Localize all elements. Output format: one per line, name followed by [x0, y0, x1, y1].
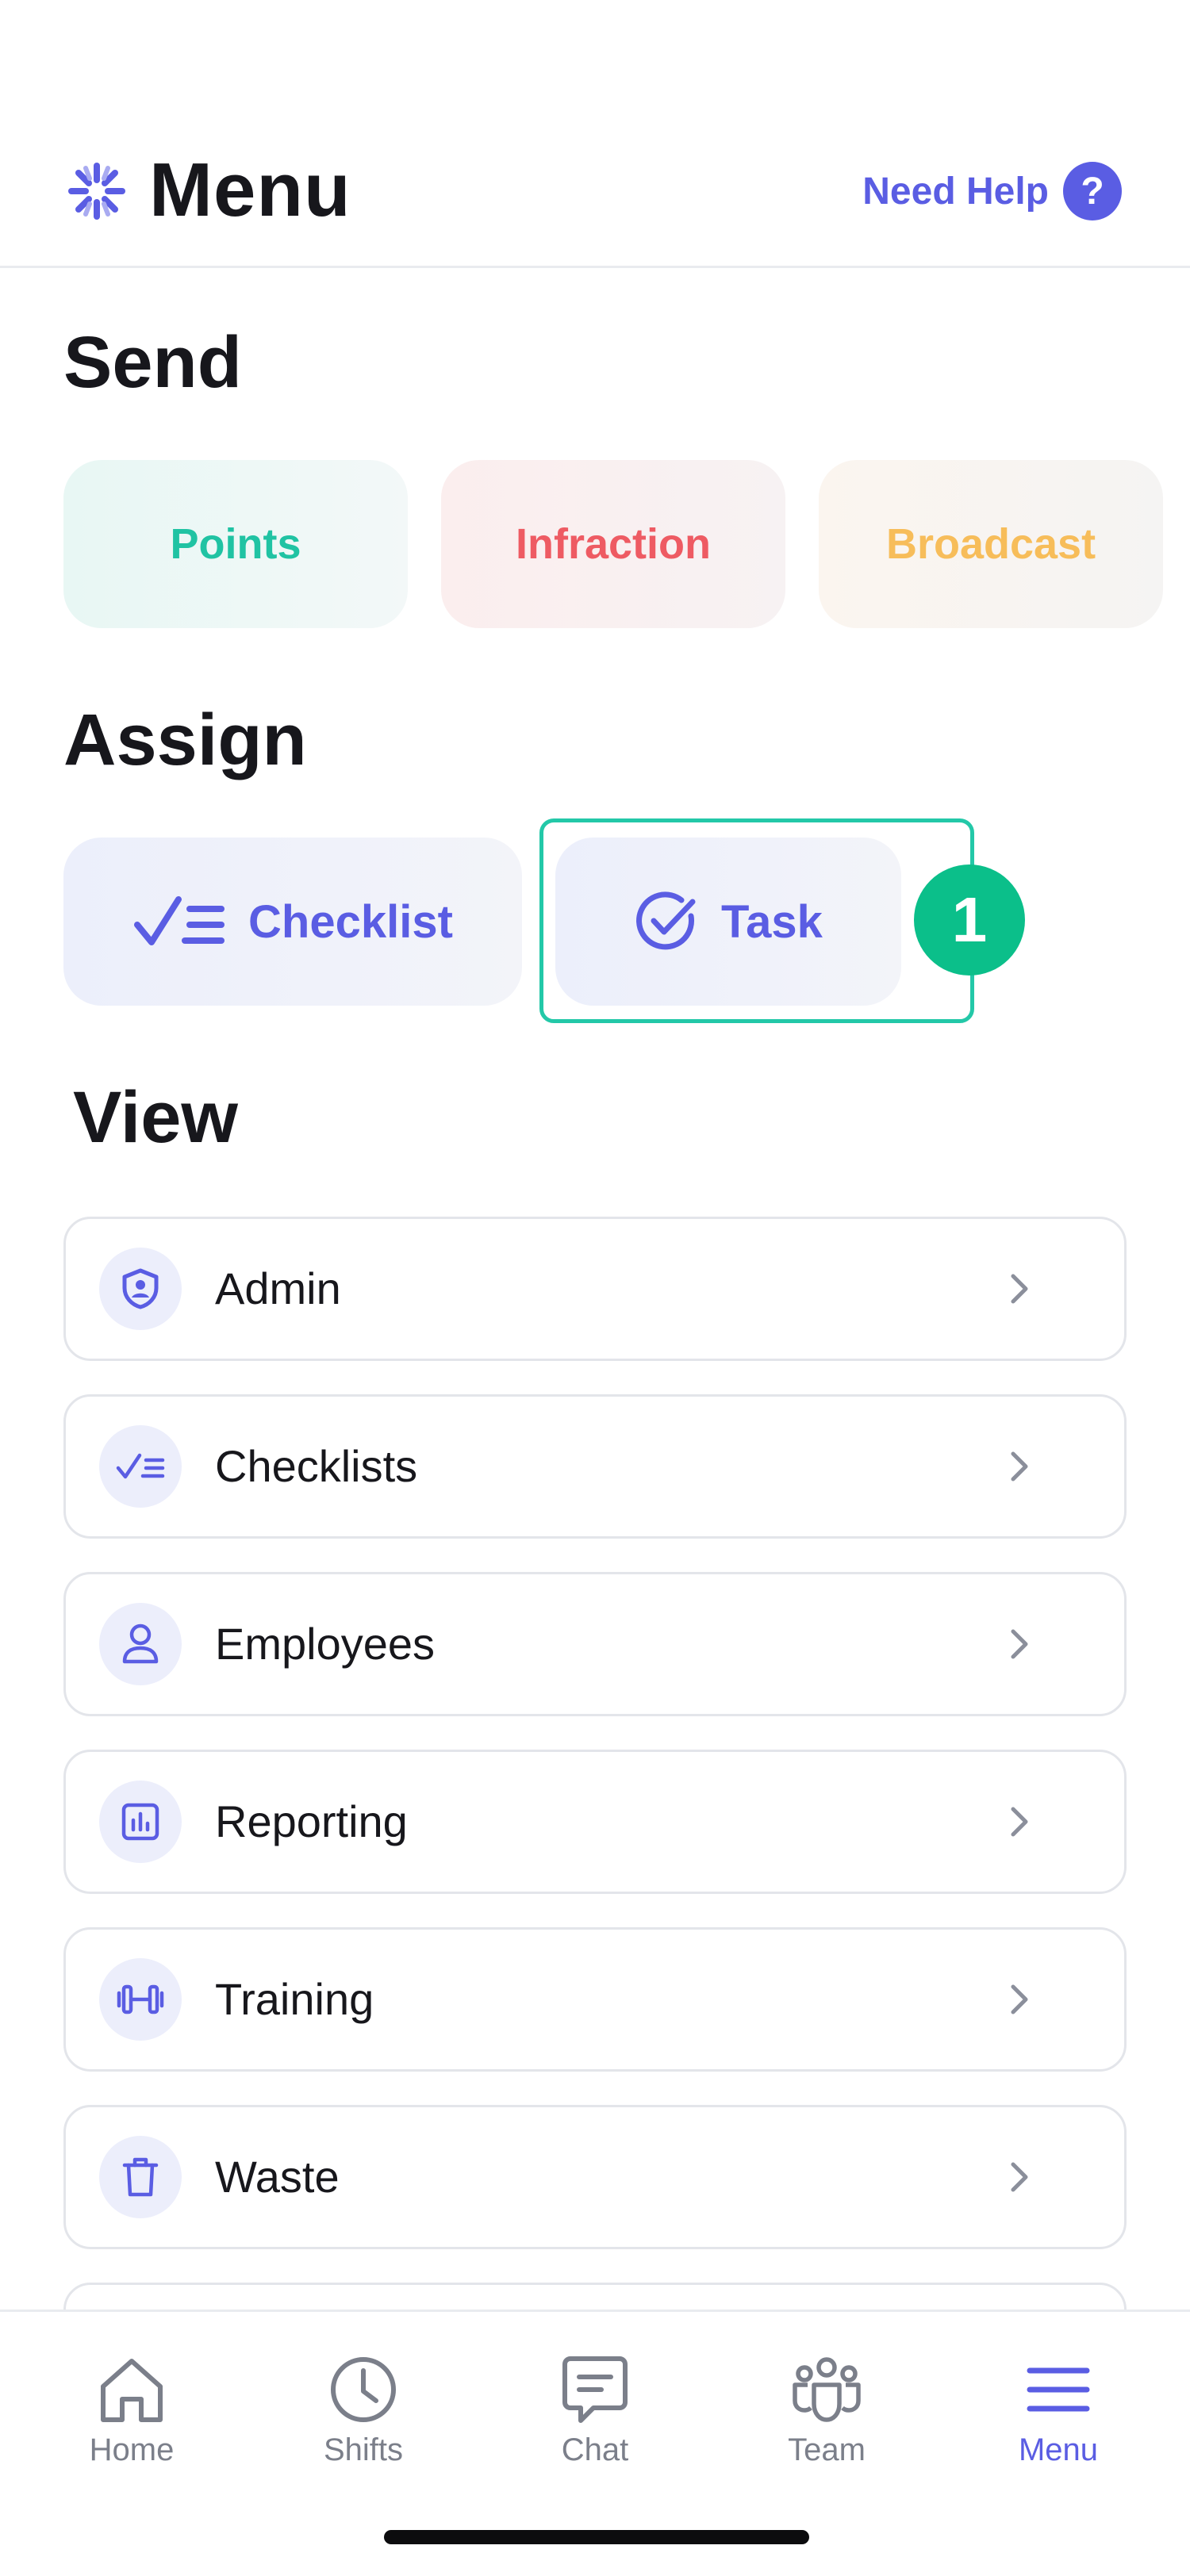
view-item-label: Checklists	[215, 1441, 418, 1491]
team-icon	[793, 2357, 861, 2422]
page-title: Menu	[149, 148, 351, 232]
hamburger-menu-icon	[1027, 2367, 1090, 2412]
need-help-button[interactable]: Need Help ?	[862, 162, 1122, 220]
app-header: Menu Need Help ?	[0, 135, 1190, 268]
bar-chart-icon	[99, 1781, 182, 1863]
view-item-admin[interactable]: Admin	[63, 1217, 1127, 1361]
chat-icon	[562, 2356, 628, 2423]
chevron-right-icon	[1011, 1807, 1028, 1837]
chevron-right-icon	[1011, 2162, 1028, 2192]
nav-chat[interactable]: Chat	[508, 2353, 682, 2488]
home-indicator	[384, 2530, 809, 2544]
nav-shifts-label: Shifts	[323, 2432, 404, 2467]
nav-home[interactable]: Home	[44, 2353, 219, 2488]
question-icon: ?	[1063, 162, 1122, 220]
clock-icon	[331, 2357, 396, 2422]
need-help-label: Need Help	[862, 170, 1049, 213]
view-item-label: Waste	[215, 2152, 340, 2202]
view-item-employees[interactable]: Employees	[63, 1572, 1127, 1716]
view-item-checklists[interactable]: Checklists	[63, 1394, 1127, 1539]
shield-user-icon	[99, 1248, 182, 1330]
send-section-title: Send	[63, 322, 242, 403]
step-number-badge: 1	[914, 864, 1025, 976]
view-section-title: View	[73, 1077, 238, 1158]
send-points-button[interactable]: Points	[63, 460, 408, 628]
nav-shifts[interactable]: Shifts	[276, 2353, 451, 2488]
home-icon	[101, 2359, 163, 2422]
view-item-waste[interactable]: Waste	[63, 2105, 1127, 2249]
nav-home-label: Home	[89, 2432, 175, 2467]
chevron-right-icon	[1011, 1274, 1028, 1304]
send-broadcast-button[interactable]: Broadcast	[819, 460, 1163, 628]
dumbbell-icon	[99, 1958, 182, 2041]
nav-team-label: Team	[788, 2432, 866, 2467]
chevron-right-icon	[1011, 1629, 1028, 1659]
send-infraction-button[interactable]: Infraction	[441, 460, 785, 628]
assign-section-title: Assign	[63, 700, 307, 780]
view-item-reporting[interactable]: Reporting	[63, 1750, 1127, 1894]
view-item-training[interactable]: Training	[63, 1927, 1127, 2072]
assign-checklist-button[interactable]: Checklist	[63, 838, 522, 1006]
trash-icon	[99, 2136, 182, 2218]
view-item-label: Admin	[215, 1263, 341, 1313]
view-item-label: Employees	[215, 1619, 436, 1669]
nav-chat-label: Chat	[561, 2432, 629, 2467]
nav-menu-label: Menu	[1018, 2432, 1099, 2467]
task-highlight-outline	[539, 818, 974, 1023]
checklist-icon	[99, 1425, 182, 1508]
nav-menu[interactable]: Menu	[971, 2353, 1146, 2488]
assign-checklist-label: Checklist	[248, 895, 453, 948]
sunburst-logo-icon	[68, 163, 125, 220]
view-item-label: Reporting	[215, 1796, 408, 1846]
checklist-icon	[134, 896, 225, 945]
menu-screen: Menu Need Help ? Send Points Infraction …	[0, 0, 1190, 2576]
person-icon	[99, 1603, 182, 1685]
chevron-right-icon	[1011, 1984, 1028, 2014]
nav-team[interactable]: Team	[739, 2353, 914, 2488]
view-item-label: Training	[215, 1974, 374, 2024]
chevron-right-icon	[1011, 1451, 1028, 1482]
